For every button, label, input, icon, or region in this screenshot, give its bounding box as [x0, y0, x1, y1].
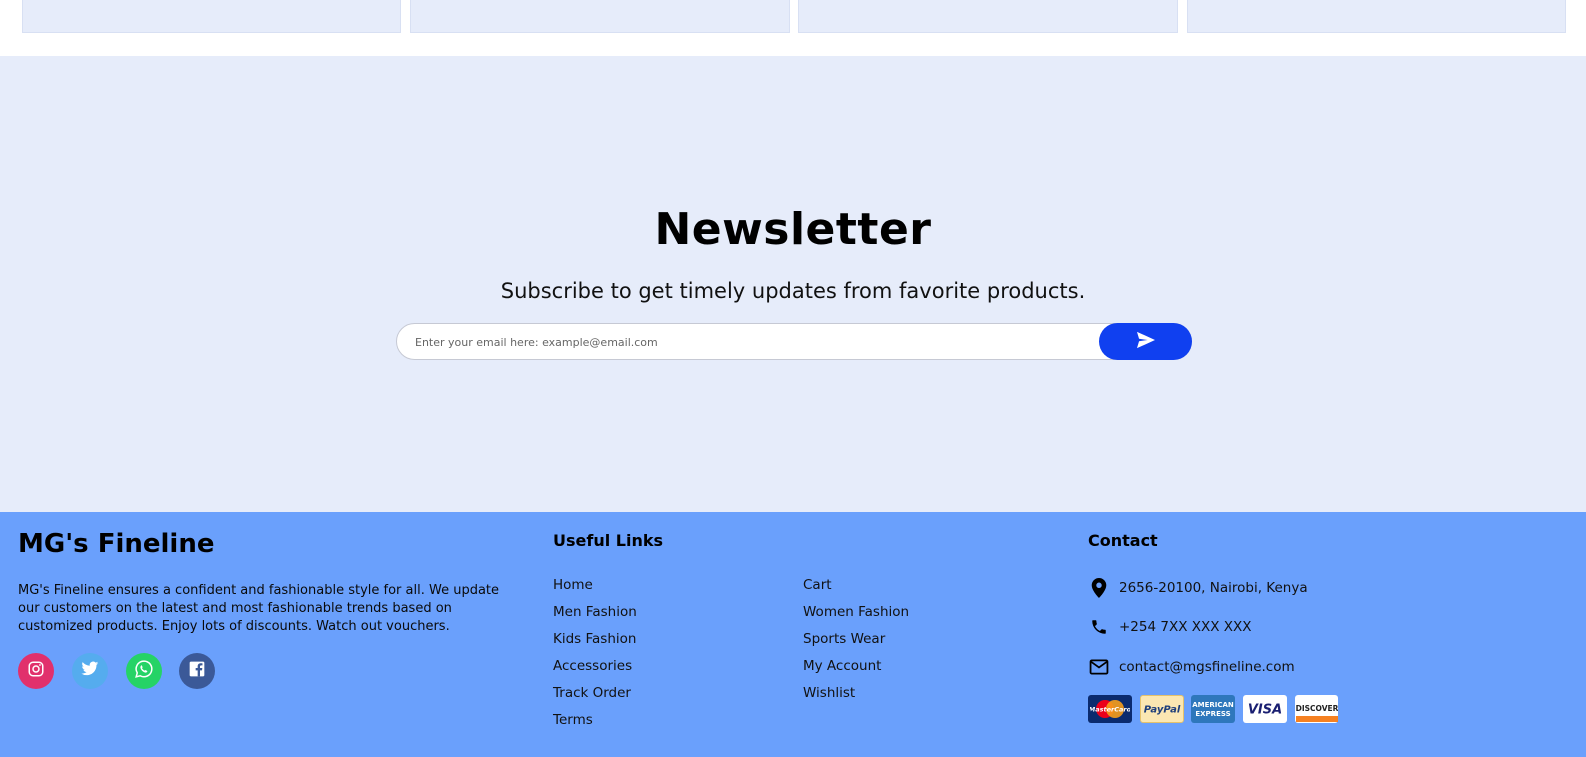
footer-link-cart[interactable]: Cart: [803, 577, 832, 593]
product-card[interactable]: [798, 0, 1178, 33]
whatsapp-icon: [134, 659, 154, 683]
newsletter-form: [396, 323, 1192, 361]
contact-address: 2656-20100, Nairobi, Kenya: [1088, 577, 1308, 599]
instagram-icon: [27, 660, 45, 682]
svg-text:PayPal: PayPal: [1144, 705, 1181, 716]
newsletter-submit-button[interactable]: [1099, 323, 1192, 360]
product-card[interactable]: [1187, 0, 1566, 33]
contact-address-text: 2656-20100, Nairobi, Kenya: [1119, 580, 1308, 596]
send-icon: [1136, 331, 1156, 352]
newsletter-section: Newsletter Subscribe to get timely updat…: [0, 56, 1586, 512]
facebook-link[interactable]: [179, 653, 215, 689]
contact-title: Contact: [1088, 531, 1158, 550]
svg-text:AMERICAN: AMERICAN: [1192, 701, 1234, 709]
visa-icon: VISA: [1243, 695, 1287, 723]
contact-phone-text[interactable]: +254 7XX XXX XXX: [1119, 619, 1252, 635]
contact-email: contact@mgsfineline.com: [1088, 656, 1295, 678]
footer-link-men-fashion[interactable]: Men Fashion: [553, 604, 637, 620]
mastercard-icon: MasterCard: [1088, 695, 1132, 723]
newsletter-title: Newsletter: [654, 204, 932, 255]
footer-about-text: MG's Fineline ensures a confident and fa…: [18, 583, 500, 634]
whatsapp-link[interactable]: [126, 653, 162, 689]
footer-link-home[interactable]: Home: [553, 577, 593, 593]
contact-email-text[interactable]: contact@mgsfineline.com: [1119, 659, 1295, 675]
footer: MG's Fineline MG's Fineline ensures a co…: [0, 512, 1586, 757]
paypal-icon: PayPal: [1140, 695, 1184, 723]
footer-link-accessories[interactable]: Accessories: [553, 658, 632, 674]
contact-phone: +254 7XX XXX XXX: [1088, 616, 1252, 638]
location-pin-icon: [1088, 577, 1110, 599]
phone-icon: [1088, 616, 1110, 638]
footer-link-my-account[interactable]: My Account: [803, 658, 881, 674]
footer-link-sports-wear[interactable]: Sports Wear: [803, 631, 885, 647]
footer-link-terms[interactable]: Terms: [553, 712, 593, 728]
svg-text:EXPRESS: EXPRESS: [1195, 710, 1230, 718]
svg-text:DISCOVER: DISCOVER: [1296, 704, 1338, 713]
newsletter-subtitle: Subscribe to get timely updates from fav…: [500, 279, 1086, 303]
product-card[interactable]: [410, 0, 790, 33]
svg-text:VISA: VISA: [1248, 703, 1282, 718]
instagram-link[interactable]: [18, 653, 54, 689]
mail-icon: [1088, 656, 1110, 678]
facebook-icon: [189, 661, 205, 681]
twitter-link[interactable]: [72, 653, 108, 689]
useful-links-title: Useful Links: [553, 531, 664, 550]
footer-link-kids-fashion[interactable]: Kids Fashion: [553, 631, 636, 647]
footer-brand: MG's Fineline: [18, 529, 215, 559]
footer-link-women-fashion[interactable]: Women Fashion: [803, 604, 909, 620]
product-card[interactable]: [22, 0, 401, 33]
footer-link-track-order[interactable]: Track Order: [553, 685, 631, 701]
twitter-icon: [81, 661, 99, 681]
product-cards-strip: [0, 0, 1586, 56]
svg-text:MasterCard: MasterCard: [1090, 706, 1130, 714]
footer-link-wishlist[interactable]: Wishlist: [803, 685, 855, 701]
newsletter-email-input[interactable]: [413, 324, 1097, 361]
amex-icon: AMERICAN EXPRESS: [1191, 695, 1235, 723]
discover-icon: DISCOVER: [1295, 695, 1338, 723]
